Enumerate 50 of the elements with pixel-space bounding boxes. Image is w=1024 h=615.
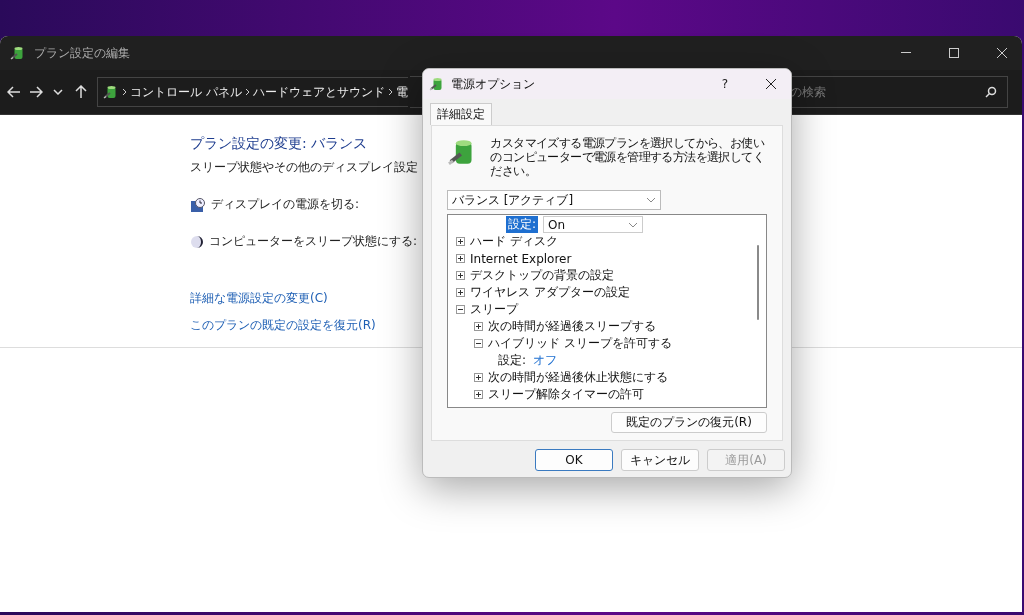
breadcrumb-item[interactable]: ハードウェアとサウンド xyxy=(252,83,385,101)
monitor-clock-icon xyxy=(190,196,206,213)
tree-item[interactable]: 次の時間が経過後休止状態にする xyxy=(488,369,668,386)
page-description: スリープ状態やその他のディスプレイ設定 xyxy=(190,159,418,176)
collapse-icon[interactable] xyxy=(474,339,483,348)
plan-dropdown[interactable]: バランス [アクティブ] xyxy=(447,190,661,210)
expand-icon[interactable] xyxy=(474,322,483,331)
setting-label: 設定: xyxy=(497,352,528,369)
scrollbar[interactable] xyxy=(757,245,759,320)
tree-item[interactable]: ワイヤレス アダプターの設定 xyxy=(470,284,630,301)
chevron-right-icon xyxy=(387,86,393,98)
expand-icon[interactable] xyxy=(456,254,465,263)
tree-item[interactable]: Internet Explorer xyxy=(470,251,572,266)
help-button[interactable]: ? xyxy=(705,77,745,91)
setting-label: コンピューターをスリープ状態にする: xyxy=(209,233,418,250)
link[interactable]: このプランの既定の設定を復元(R) xyxy=(190,317,376,334)
setting-label: 設定: xyxy=(506,216,539,233)
dialog-title: 電源オプション xyxy=(451,75,535,93)
moon-icon xyxy=(190,234,204,249)
tree-item[interactable]: デスクトップの背景の設定 xyxy=(470,267,614,284)
collapse-icon[interactable] xyxy=(456,305,465,314)
breadcrumb-item[interactable]: 電 xyxy=(395,83,408,101)
caret-icon xyxy=(628,221,639,228)
chevron-right-icon xyxy=(244,86,250,98)
tab[interactable]: 詳細設定 xyxy=(430,103,492,125)
expand-icon[interactable] xyxy=(456,237,465,246)
expand-icon[interactable] xyxy=(474,373,483,382)
page-heading: プラン設定の変更: バランス xyxy=(190,135,368,153)
tree-item[interactable]: スリープ解除タイマーの許可 xyxy=(488,386,644,403)
restore-button[interactable]: 既定のプランの復元(R) xyxy=(611,412,767,433)
dialog-button[interactable]: OK xyxy=(535,449,613,471)
setting-value[interactable]: オフ xyxy=(533,352,558,369)
search-icon xyxy=(985,86,997,98)
chevron-right-icon xyxy=(121,86,127,98)
tree-item[interactable]: ハイブリッド スリープを許可する xyxy=(488,335,672,352)
expand-icon[interactable] xyxy=(456,271,465,280)
expand-icon[interactable] xyxy=(474,390,483,399)
dialog-description: カスタマイズする電源プランを選択してから、お使いのコンピューターで電源を管理する方法を選択してください。 xyxy=(490,136,766,178)
tree-item[interactable]: スリープ xyxy=(470,301,518,318)
window-title: プラン設定の編集 xyxy=(34,44,130,62)
dialog-button[interactable]: キャンセル xyxy=(621,449,699,471)
tree-item[interactable]: ハード ディスク xyxy=(470,233,558,250)
tree-item[interactable]: 次の時間が経過後スリープする xyxy=(488,318,656,335)
setting-dropdown[interactable]: On xyxy=(543,216,644,233)
breadcrumb-item[interactable]: コントロール パネル xyxy=(129,83,242,101)
power-plug-icon xyxy=(429,76,445,92)
expand-icon[interactable] xyxy=(456,288,465,297)
link[interactable]: 詳細な電源設定の変更(C) xyxy=(190,290,328,307)
caret-icon xyxy=(646,197,656,203)
setting-label: ディスプレイの電源を切る: xyxy=(211,196,360,213)
